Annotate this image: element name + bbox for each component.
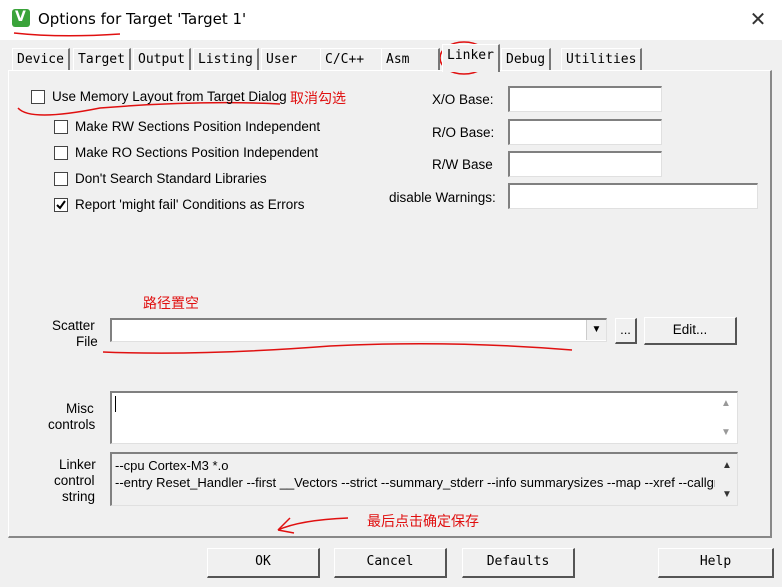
tab-user[interactable]: User [261,48,322,71]
tab-device[interactable]: Device [12,48,70,71]
linker-string-label-line1: Linker [59,457,96,472]
misc-label-line2: controls [48,417,96,432]
tab-utilities[interactable]: Utilities [561,48,643,71]
disable-warnings-input[interactable] [508,183,758,209]
annotation-confirm-save: 最后点击确定保存 [367,514,479,530]
ok-button[interactable]: OK [207,548,320,578]
scroll-down-icon[interactable]: ▼ [718,427,734,438]
rw-base-input[interactable] [508,151,662,177]
linker-string-line1: --cpu Cortex-M3 *.o [115,458,229,473]
scatter-label-line1: Scatter [52,318,95,333]
use-memory-layout-checkbox[interactable] [31,90,45,104]
scroll-up-icon[interactable]: ▲ [718,398,734,409]
linker-control-string-box[interactable]: --cpu Cortex-M3 *.o --entry Reset_Handle… [110,452,738,506]
report-might-fail-label: Report 'might fail' Conditions as Errors [75,197,305,212]
scatter-file-combobox[interactable] [110,318,607,342]
linker-string-label-line3: string [62,489,96,504]
make-rw-label: Make RW Sections Position Independent [75,119,321,134]
use-memory-layout-label: Use Memory Layout from Target Dialog [52,89,287,104]
tab-target[interactable]: Target [73,48,131,71]
tab-listing[interactable]: Listing [193,48,259,71]
misc-label-line1: Misc [66,401,94,416]
checkmark-icon [56,200,66,210]
xo-base-label: X/O Base: [432,92,494,107]
misc-controls-textarea[interactable] [110,391,738,444]
dont-search-label: Don't Search Standard Libraries [75,171,267,186]
xo-base-input[interactable] [508,86,662,112]
ro-base-input[interactable] [508,119,662,145]
tab-linker[interactable]: Linker [442,44,500,72]
scroll-down-icon[interactable]: ▼ [719,489,735,500]
dont-search-checkbox[interactable] [54,172,68,186]
defaults-button[interactable]: Defaults [462,548,575,578]
scatter-browse-button[interactable]: ... [615,318,637,344]
tab-debug[interactable]: Debug [501,48,552,71]
linker-string-line2: --entry Reset_Handler --first __Vectors … [115,475,715,490]
scroll-up-icon[interactable]: ▲ [719,460,735,471]
scatter-label-line2: File [76,334,98,349]
chevron-down-icon[interactable]: ▼ [586,320,606,340]
make-rw-checkbox[interactable] [54,120,68,134]
tab-asm[interactable]: Asm [381,48,440,71]
annotation-uncheck: 取消勾选 [290,91,346,107]
ro-base-label: R/O Base: [432,125,495,140]
rw-base-label: R/W Base [432,157,493,172]
make-ro-checkbox[interactable] [54,146,68,160]
tab-output[interactable]: Output [133,48,191,71]
text-cursor [115,396,116,412]
disable-warnings-label: disable Warnings: [389,190,496,205]
annotation-clear-path: 路径置空 [143,296,199,312]
help-button[interactable]: Help [658,548,774,578]
linker-string-label-line2: control [54,473,95,488]
tab-c-cpp[interactable]: C/C++ [320,48,383,71]
cancel-button[interactable]: Cancel [334,548,447,578]
scatter-edit-button[interactable]: Edit... [644,317,737,345]
make-ro-label: Make RO Sections Position Independent [75,145,319,160]
report-might-fail-checkbox[interactable] [54,198,68,212]
